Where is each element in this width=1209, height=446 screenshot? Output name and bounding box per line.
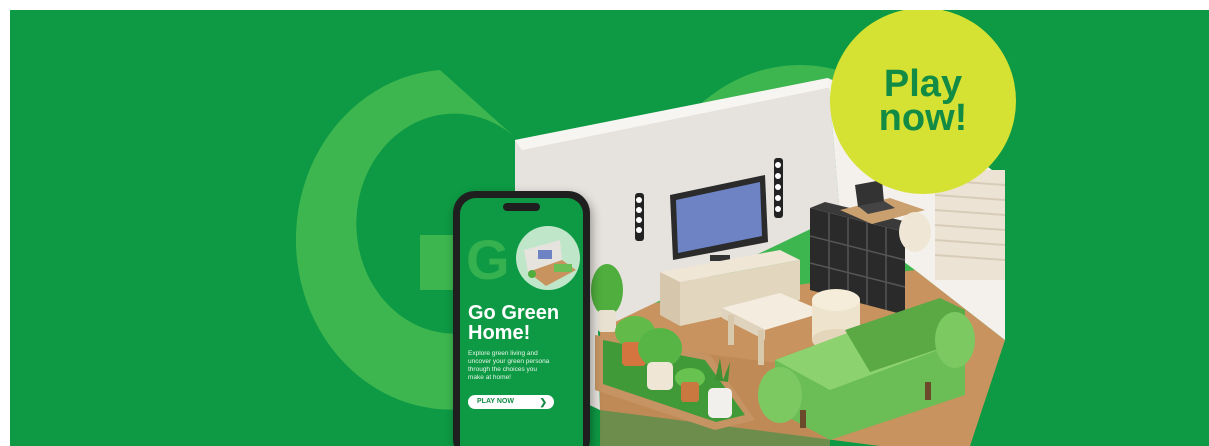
hero-banner[interactable]: Play now! G Go Green Home! Explore green… (10, 10, 1209, 446)
room-illustration (515, 78, 1006, 446)
phone-screen-letter: G (466, 228, 510, 291)
phone-screen: G Go Green Home! Explore green living an… (460, 198, 583, 446)
play-now-button[interactable]: PLAY NOW ❯ (468, 395, 554, 409)
room-thumbnail-illustration (524, 240, 576, 286)
phone-notch (503, 203, 540, 211)
wall-light-right (774, 158, 783, 218)
phone-room-thumbnail (516, 226, 580, 290)
phone-mockup: G Go Green Home! Explore green living an… (453, 191, 590, 446)
phone-title: Go Green Home! (468, 302, 560, 344)
play-now-label: PLAY NOW (477, 398, 514, 405)
badge-line-2: now! (878, 97, 968, 139)
play-now-badge[interactable]: Play now! (830, 10, 1016, 194)
phone-description: Explore green living and uncover your gr… (468, 350, 550, 381)
chevron-right-icon: ❯ (539, 397, 547, 407)
badge-line-1: Play (883, 63, 963, 105)
wall-light-left (635, 193, 644, 241)
